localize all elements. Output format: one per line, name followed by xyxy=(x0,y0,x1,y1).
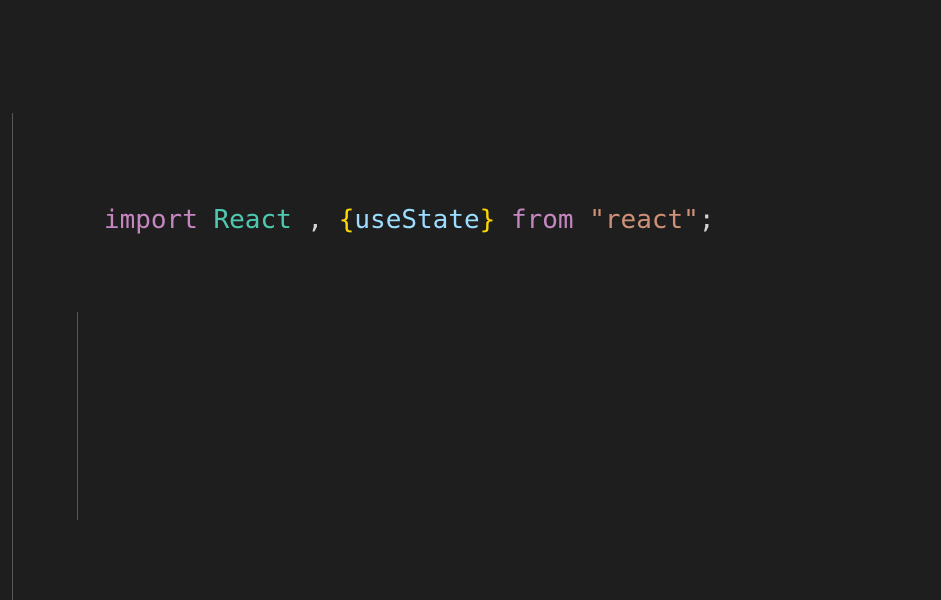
indent-guide-level-2 xyxy=(77,312,78,520)
token-brace-open: { xyxy=(338,205,355,235)
code-line-3[interactable]: const Form = () => { xyxy=(0,560,941,600)
code-line-1[interactable]: import React , {useState} from "react"; xyxy=(0,160,941,235)
code-content[interactable]: import React , {useState} from "react"; … xyxy=(0,0,941,600)
code-editor[interactable]: import React , {useState} from "react"; … xyxy=(0,0,941,600)
token-keyword-import: import xyxy=(103,205,198,235)
code-line-2-blank[interactable] xyxy=(0,360,941,400)
token-keyword-from: from xyxy=(510,205,574,235)
token-identifier-react: React xyxy=(213,205,292,235)
token-string-module: "react" xyxy=(589,205,699,235)
token-semicolon: ; xyxy=(698,205,715,235)
token-brace-close: } xyxy=(479,205,496,235)
token-identifier-usestate: useState xyxy=(354,205,480,235)
token-comma: , xyxy=(291,205,339,235)
indent-guide-level-1 xyxy=(12,113,13,600)
